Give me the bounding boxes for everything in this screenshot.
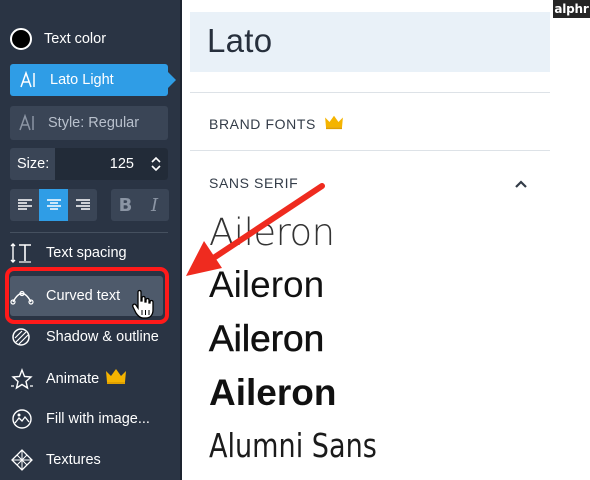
tool-shadow-outline[interactable]: Shadow & outline [10, 326, 159, 348]
font-size-control: Size: 125 [10, 148, 168, 180]
font-style-button[interactable]: Style: Regular [10, 106, 168, 140]
brand-crown-icon [324, 114, 344, 133]
animate-icon [10, 367, 34, 390]
align-center-icon [46, 199, 61, 210]
sidebar-divider [10, 232, 168, 233]
text-align-group [10, 189, 97, 221]
font-icon [18, 70, 38, 90]
premium-crown-icon [105, 367, 127, 390]
tool-animate[interactable]: Animate [10, 367, 127, 390]
align-right-icon [75, 199, 90, 210]
active-pointer [168, 72, 176, 88]
font-option[interactable]: Aileron [209, 264, 324, 306]
align-right-button[interactable] [68, 189, 97, 221]
text-format-group: B I [111, 189, 169, 221]
text-spacing-label: Text spacing [46, 245, 127, 261]
brand-fonts-section[interactable]: BRAND FONTS [209, 114, 344, 133]
font-size-stepper[interactable] [150, 154, 162, 174]
align-left-icon [17, 199, 32, 210]
shadow-outline-label: Shadow & outline [46, 329, 159, 345]
align-center-button[interactable] [39, 189, 68, 221]
scrollbar-track[interactable] [550, 0, 590, 480]
highlight-ring [5, 267, 169, 324]
font-option[interactable]: Aileron [209, 211, 335, 254]
shadow-outline-icon [10, 326, 34, 348]
bold-button[interactable]: B [111, 189, 140, 221]
font-size-value: 125 [109, 156, 134, 172]
italic-button[interactable]: I [140, 189, 169, 221]
font-option[interactable]: Aileron [209, 372, 336, 414]
panel-divider [190, 92, 550, 93]
fill-with-image-label: Fill with image... [46, 411, 150, 427]
textures-icon [10, 449, 34, 471]
font-option[interactable]: Alumni Sans [209, 426, 377, 465]
text-spacing-icon [10, 242, 34, 264]
tool-text-spacing[interactable]: Text spacing [10, 242, 127, 264]
text-tools-sidebar: Text color Lato Light Style: Regular Siz… [0, 0, 182, 480]
text-color-control[interactable]: Text color [10, 28, 106, 50]
collapse-chevron-icon[interactable] [514, 176, 528, 194]
font-search-field[interactable]: Lato [190, 12, 550, 72]
sans-serif-section-label: SANS SERIF [209, 175, 299, 191]
font-size-input[interactable]: 125 [55, 148, 168, 180]
tool-textures[interactable]: Textures [10, 449, 101, 471]
alphr-logo: alphr [553, 0, 590, 18]
font-size-label: Size: [17, 156, 50, 172]
panel-divider [190, 150, 550, 151]
text-color-swatch[interactable] [10, 28, 32, 50]
font-picker-button[interactable]: Lato Light [10, 64, 176, 96]
font-list-panel: Lato BRAND FONTS SANS SERIF Aileron Aile… [190, 0, 550, 480]
font-option[interactable]: Aileron [209, 318, 325, 360]
tool-fill-with-image[interactable]: Fill with image... [10, 408, 150, 430]
textures-label: Textures [46, 452, 101, 468]
animate-label: Animate [46, 370, 100, 387]
font-search-value: Lato [207, 22, 273, 59]
font-picker-label: Lato Light [50, 72, 114, 88]
text-color-label: Text color [44, 31, 107, 47]
font-style-label: Style: Regular [48, 115, 140, 131]
fill-image-icon [10, 408, 34, 430]
align-left-button[interactable] [10, 189, 39, 221]
brand-fonts-label: BRAND FONTS [209, 115, 316, 132]
font-style-icon [18, 114, 38, 132]
